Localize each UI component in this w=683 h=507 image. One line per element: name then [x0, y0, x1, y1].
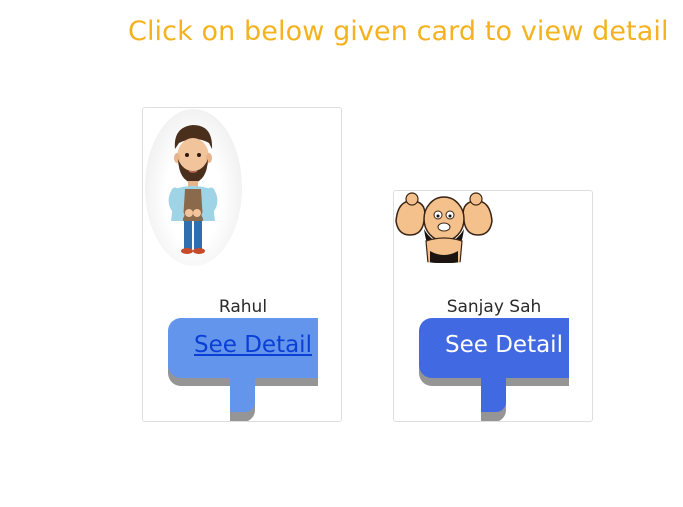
button-tail	[481, 376, 506, 412]
see-detail-label[interactable]: See Detail	[445, 332, 563, 358]
page-heading: Click on below given card to view detail	[128, 16, 669, 47]
see-detail-button-face[interactable]: See Detail	[168, 318, 318, 378]
profile-card-rahul[interactable]: Rahul See Detail	[142, 107, 342, 422]
see-detail-button-face[interactable]: See Detail	[419, 318, 569, 378]
cartoon-man-avatar-icon	[145, 109, 242, 266]
profile-card-sanjay-sah[interactable]: Sanjay Sah See Detail	[393, 190, 593, 422]
button-tail	[230, 376, 255, 412]
card-name-sanjay-sah: Sanjay Sah	[446, 297, 542, 317]
see-detail-label[interactable]: See Detail	[194, 332, 312, 358]
card-name-rahul: Rahul	[218, 297, 268, 317]
see-detail-button-sanjay-sah[interactable]: See Detail	[419, 318, 569, 421]
see-detail-button-rahul[interactable]: See Detail	[168, 318, 318, 421]
cartoon-muscle-man-avatar-icon	[394, 191, 494, 263]
